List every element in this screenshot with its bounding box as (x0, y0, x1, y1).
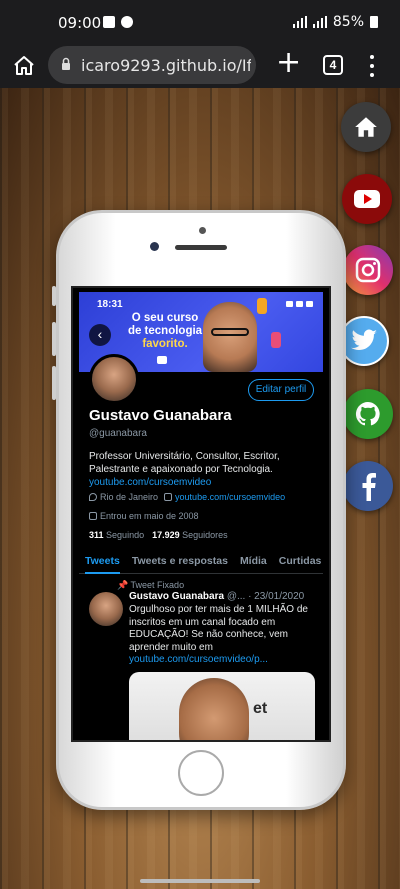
phone-camera (199, 227, 206, 234)
youtube-icon (354, 190, 380, 208)
phone-volume-up (52, 322, 56, 356)
banner-character-2 (271, 332, 281, 348)
lock-icon (62, 57, 70, 70)
phone-home-button[interactable] (178, 750, 224, 796)
tab-media[interactable]: Mídia (234, 548, 273, 573)
social-home-button[interactable] (341, 102, 391, 152)
house-icon (355, 117, 377, 137)
edit-profile-button[interactable]: Editar perfil (248, 379, 314, 401)
banner-youtube-icon (157, 356, 167, 364)
battery-percent: 85% (332, 14, 364, 30)
bio-link[interactable]: youtube.com/cursoemvideo (89, 477, 211, 488)
profile-name: Gustavo Guanabara (89, 407, 232, 424)
gesture-bar[interactable] (140, 879, 260, 883)
status-time: 09:00 (58, 14, 102, 32)
tweet-author: Gustavo Guanabara (129, 591, 225, 602)
social-github-button[interactable] (343, 389, 393, 439)
url-text: icaro9293.github.io/Ifram (81, 56, 251, 75)
banner-line-3: favorito. (142, 338, 188, 350)
banner-tagline: O seu curso de tecnologia favorito. (117, 312, 213, 351)
inner-status-icons (286, 301, 313, 307)
phone-front-camera (150, 242, 159, 251)
tweet-text: Orgulhoso por ter mais de 1 MILHÃO de in… (129, 604, 308, 665)
twitter-icon (351, 329, 377, 351)
tweet-image-text: et (253, 700, 268, 717)
banner-line-1: O seu curso (131, 312, 199, 324)
banner-glasses (211, 328, 249, 336)
back-arrow-icon[interactable]: ‹ (89, 324, 111, 346)
tab-likes[interactable]: Curtidas (273, 548, 328, 573)
tweet-header: Gustavo Guanabara @... · 23/01/2020 (129, 591, 319, 602)
home-icon[interactable] (12, 54, 36, 78)
banner-line-2: de tecnologia (127, 325, 203, 337)
status-bar: 09:00 85% (0, 0, 400, 46)
phone-speaker (175, 245, 227, 250)
address-bar[interactable]: icaro9293.github.io/Ifram (48, 46, 256, 84)
profile-tabs: Tweets Tweets e respostas Mídia Curtidas (79, 548, 323, 574)
followers-stat[interactable]: 17.929 Seguidores (152, 530, 228, 540)
phone-volume-down (52, 366, 56, 400)
website[interactable]: youtube.com/cursoemvideo (164, 492, 285, 502)
inner-status-time: 18:31 (97, 299, 123, 310)
app-notification-icon (121, 16, 133, 28)
github-icon (355, 401, 380, 426)
tweet-avatar[interactable] (89, 592, 123, 626)
tab-switcher-button[interactable]: 4 (323, 55, 343, 75)
new-tab-button[interactable]: + (276, 48, 301, 78)
phone-screen: 18:31 O seu curso de tecnologia favorito… (71, 286, 331, 742)
tab-tweets-replies[interactable]: Tweets e respostas (126, 548, 234, 573)
profile-meta: Rio de Janeiro youtube.com/cursoemvideo (89, 492, 285, 502)
browser-menu-button[interactable] (366, 55, 378, 77)
facebook-icon (362, 473, 376, 501)
tweet-photo-face (179, 678, 249, 742)
bio-text: Professor Universitário, Consultor, Escr… (89, 451, 280, 475)
tweet-media[interactable]: et (129, 672, 315, 742)
signal-icon-2 (312, 16, 327, 28)
battery-icon (370, 16, 378, 28)
follow-stats: 311 Seguindo 17.929 Seguidores (89, 530, 228, 540)
social-twitter-button[interactable] (339, 316, 389, 366)
system-icons: 85% (292, 14, 378, 30)
profile-avatar[interactable] (89, 354, 139, 404)
tab-tweets[interactable]: Tweets (79, 548, 126, 574)
following-stat[interactable]: 311 Seguindo (89, 530, 144, 540)
signal-icon (292, 16, 307, 28)
tweet-handle-date: @... · 23/01/2020 (226, 591, 305, 602)
calendar-icon (89, 512, 97, 520)
browser-toolbar: icaro9293.github.io/Ifram + 4 (0, 46, 400, 88)
profile-bio: Professor Universitário, Consultor, Escr… (89, 450, 319, 489)
joined-date: Entrou em maio de 2008 (89, 511, 199, 521)
banner-photo (203, 302, 257, 372)
profile-handle: @guanabara (89, 428, 147, 439)
link-icon (164, 493, 173, 501)
social-instagram-button[interactable] (343, 245, 393, 295)
social-facebook-button[interactable] (343, 461, 393, 511)
instagram-icon (355, 257, 381, 283)
pinned-label: 📌 Tweet Fixado (117, 580, 185, 590)
banner-character (257, 298, 267, 314)
tweet-link[interactable]: youtube.com/cursoemvideo/p... (129, 654, 268, 665)
gallery-icon (103, 16, 115, 28)
location-pin-icon (89, 493, 97, 501)
phone-side-button (52, 286, 56, 306)
notification-icons (103, 16, 133, 28)
social-youtube-button[interactable] (342, 174, 392, 224)
location: Rio de Janeiro (89, 492, 158, 502)
